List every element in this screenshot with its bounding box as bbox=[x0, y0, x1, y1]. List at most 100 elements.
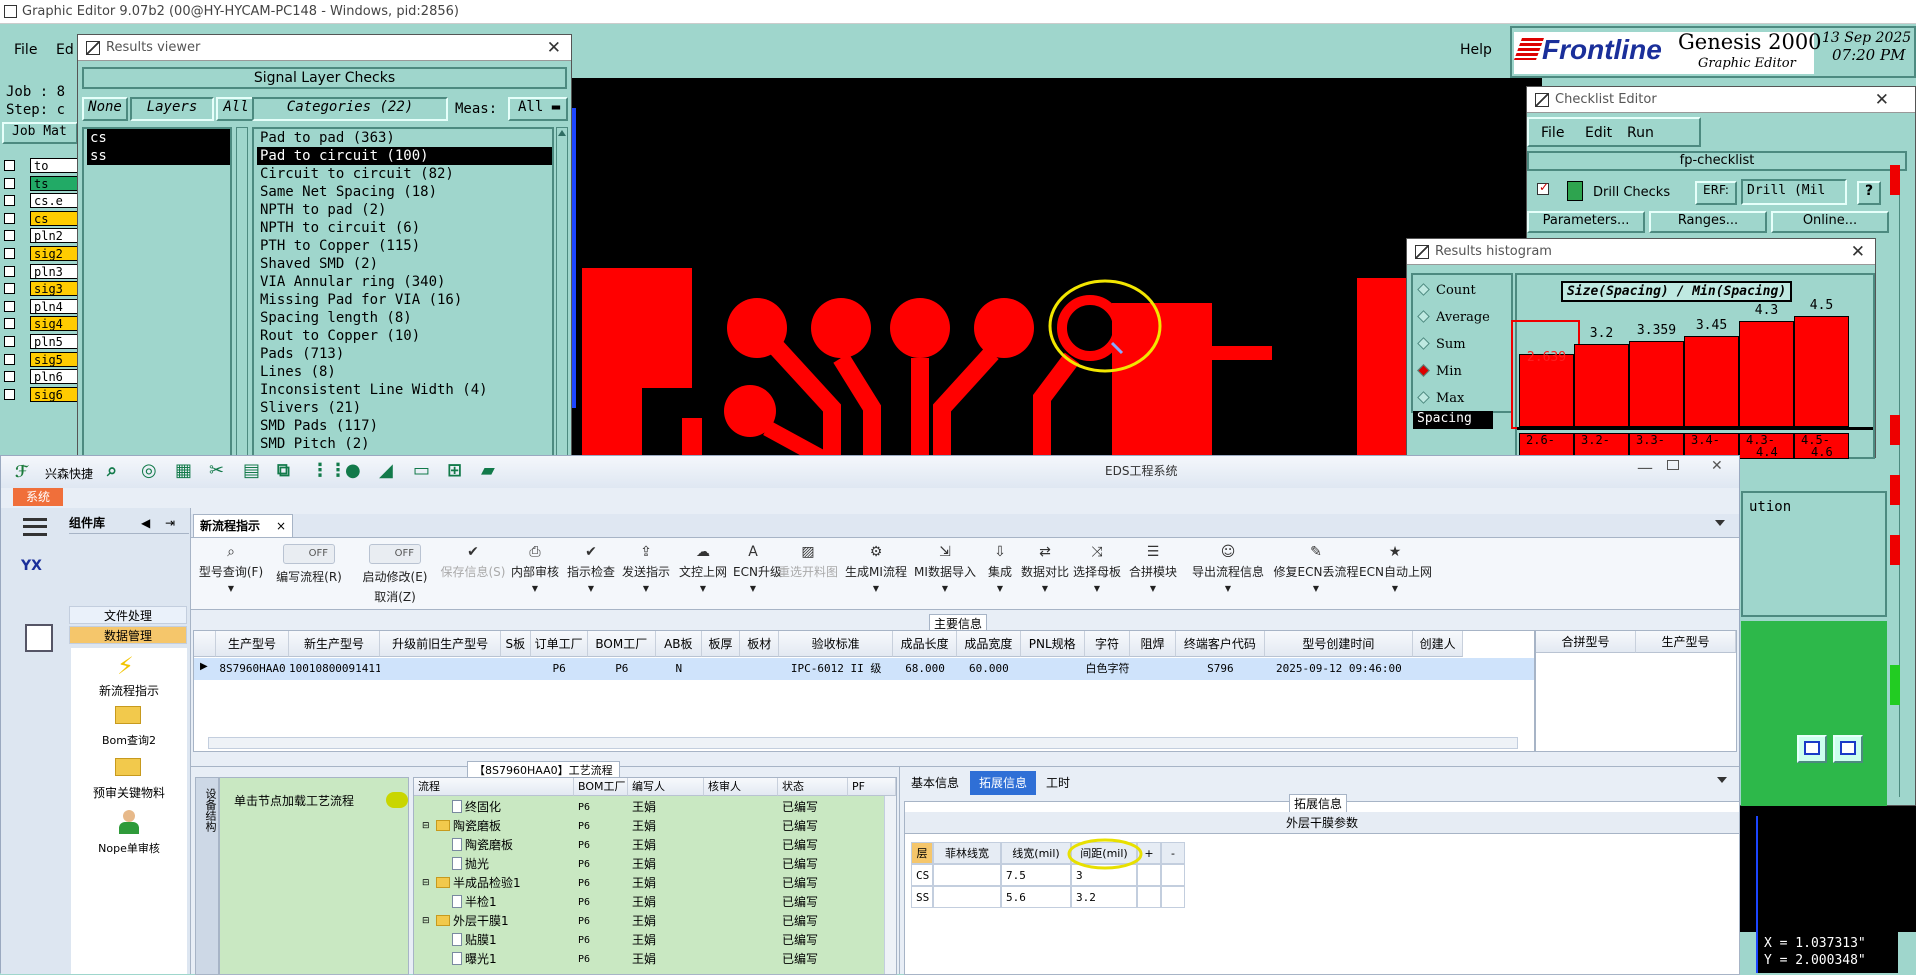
side-tab-structure[interactable]: 设备结构 bbox=[195, 777, 219, 975]
grid-icon[interactable]: ⋮⋮ bbox=[311, 460, 347, 481]
process-row[interactable]: 贴膜1 P6 王娟 已编写 bbox=[414, 931, 884, 950]
chevron-down-icon[interactable]: ▼ bbox=[981, 584, 1019, 593]
process-col-header[interactable]: 核审人 bbox=[704, 778, 778, 796]
layer-name[interactable]: ts bbox=[30, 175, 78, 191]
layer-checkbox[interactable] bbox=[4, 195, 15, 207]
list-view-icon[interactable] bbox=[1833, 735, 1863, 763]
process-col-header[interactable]: 流程 bbox=[414, 778, 574, 796]
layer-checkbox[interactable] bbox=[4, 300, 15, 312]
lifebuoy-icon[interactable]: ◎ bbox=[141, 460, 157, 481]
category-item[interactable]: Inconsistent Line Width (4) bbox=[257, 381, 552, 399]
toolbar-import-button[interactable]: ⇲ MI数据导入 ▼ bbox=[909, 544, 981, 593]
col-header[interactable]: 字符 bbox=[1084, 631, 1131, 657]
layer-name[interactable]: pln5 bbox=[30, 334, 78, 349]
process-scrollbar[interactable] bbox=[884, 796, 896, 974]
process-node[interactable]: 贴膜1 bbox=[452, 931, 497, 950]
ranges-button[interactable]: Ranges... bbox=[1649, 211, 1767, 233]
job-matrix-button[interactable]: Job Mat bbox=[2, 122, 78, 144]
layer-name[interactable]: pln6 bbox=[30, 369, 78, 385]
layer-checkbox[interactable] bbox=[4, 248, 15, 259]
layer-name[interactable]: pln3 bbox=[30, 263, 78, 279]
chart-icon[interactable]: ◢ bbox=[379, 460, 393, 481]
col-header[interactable]: 订单工厂 bbox=[530, 631, 588, 657]
aggregate-option[interactable]: Sum bbox=[1417, 337, 1466, 357]
layer-name[interactable]: cs bbox=[30, 210, 78, 226]
col-header[interactable]: S板 bbox=[501, 631, 531, 657]
layer-name[interactable]: sig3 bbox=[30, 281, 78, 297]
menu-file[interactable]: File bbox=[14, 42, 37, 58]
process-node[interactable]: ⊟ 陶瓷磨板 bbox=[422, 817, 501, 836]
layer-name[interactable]: pln4 bbox=[30, 298, 78, 314]
process-col-header[interactable]: 编写人 bbox=[628, 778, 704, 796]
col-header[interactable]: 验收标准 bbox=[779, 631, 894, 657]
layer-checkbox[interactable] bbox=[4, 336, 15, 347]
col-header[interactable]: 阻焊 bbox=[1130, 631, 1176, 657]
chevron-down-icon[interactable]: ▼ bbox=[1123, 584, 1183, 593]
chevron-down-icon[interactable] bbox=[1717, 777, 1727, 783]
layer-row[interactable]: pln4 bbox=[4, 298, 78, 314]
col-header[interactable]: 成品宽度 bbox=[957, 631, 1021, 657]
layer-row[interactable]: ts bbox=[4, 175, 78, 191]
col-header[interactable]: 升级前旧生产型号 bbox=[380, 631, 501, 657]
process-row[interactable]: 抛光 P6 王娟 已编写 bbox=[414, 855, 884, 874]
toolbar-wrench-button[interactable]: ✎ 修复ECN丢流程 ▼ bbox=[1273, 544, 1359, 593]
layer-name[interactable]: cs.e bbox=[30, 193, 78, 209]
param-cell[interactable]: 5.6 bbox=[1001, 886, 1071, 908]
param-col-header[interactable]: 菲林线宽 bbox=[933, 842, 1001, 864]
categories-button[interactable]: Categories (22) bbox=[252, 97, 448, 121]
param-cell[interactable] bbox=[933, 864, 1001, 886]
layer-name[interactable]: sig2 bbox=[30, 246, 78, 261]
histogram-bar[interactable] bbox=[1794, 316, 1849, 427]
aggregate-option[interactable]: Min bbox=[1417, 364, 1462, 384]
toolbar-toggle-button[interactable]: OFF 编写流程(R) bbox=[267, 544, 351, 585]
process-col-header[interactable]: PF bbox=[848, 778, 896, 796]
param-cell[interactable] bbox=[933, 886, 1001, 908]
layer-row[interactable]: cs.e bbox=[4, 193, 78, 209]
tab-hours[interactable]: 工时 bbox=[1038, 771, 1078, 795]
layer-row[interactable]: pln6 bbox=[4, 369, 78, 385]
meas-select[interactable]: All ▬ bbox=[508, 97, 568, 121]
none-button[interactable]: None bbox=[82, 97, 128, 121]
person-icon[interactable]: ● bbox=[345, 460, 361, 481]
toolbar-print-button[interactable]: ⎙ 内部审核 ▼ bbox=[507, 544, 563, 593]
toolbar-toggle-button[interactable]: OFF 启动修改(E) 取消(Z) bbox=[351, 544, 439, 605]
layer-row[interactable]: to bbox=[4, 158, 78, 173]
category-item[interactable]: PTH to Copper (115) bbox=[257, 237, 552, 255]
pcb-canvas[interactable] bbox=[572, 78, 1542, 458]
category-item[interactable]: NPTH to circuit (6) bbox=[257, 219, 552, 237]
category-item[interactable]: Spacing length (8) bbox=[257, 309, 552, 327]
layer-result-item[interactable]: cs bbox=[87, 129, 230, 147]
param-col-header[interactable]: 层 bbox=[911, 842, 933, 864]
layer-checkbox[interactable] bbox=[4, 265, 15, 277]
layer-name[interactable]: sig6 bbox=[30, 386, 78, 402]
online-button[interactable]: Online... bbox=[1771, 211, 1889, 233]
col-header[interactable]: 型号创建时间 bbox=[1264, 631, 1413, 657]
sidebar-item-bom-query[interactable]: Bom查询2 bbox=[71, 732, 187, 748]
calculator-icon[interactable] bbox=[25, 624, 53, 652]
toolbar-search-button[interactable]: ⌕ 型号查询(F) ▼ bbox=[195, 544, 267, 593]
chevron-down-icon[interactable]: ▼ bbox=[1019, 584, 1071, 593]
layer-row[interactable]: sig3 bbox=[4, 281, 78, 297]
category-item[interactable]: Lines (8) bbox=[257, 363, 552, 381]
close-icon[interactable]: ✕ bbox=[1711, 458, 1723, 474]
histogram-bar[interactable] bbox=[1629, 341, 1684, 427]
minimize-icon[interactable]: — bbox=[1637, 458, 1653, 477]
menu-file[interactable]: File bbox=[1541, 125, 1564, 141]
col-header[interactable]: PNL规格 bbox=[1020, 631, 1085, 657]
hamburger-icon[interactable] bbox=[23, 518, 47, 536]
layer-row[interactable]: pln3 bbox=[4, 263, 78, 279]
process-col-header[interactable]: 状态 bbox=[778, 778, 848, 796]
chevron-down-icon[interactable]: ▼ bbox=[619, 584, 673, 593]
close-icon[interactable]: ✕ bbox=[1875, 90, 1889, 110]
process-row[interactable]: 曝光1 P6 王娟 已编写 bbox=[414, 950, 884, 969]
process-node[interactable]: 终固化 bbox=[452, 798, 501, 817]
tab-extended[interactable]: 拓展信息 bbox=[970, 771, 1036, 795]
toolbar-ecn-button[interactable]: A ECN升级 ▼ bbox=[733, 544, 782, 593]
close-icon[interactable]: × bbox=[276, 515, 286, 537]
aggregate-option[interactable]: Count bbox=[1417, 283, 1476, 303]
process-node[interactable]: 曝光1 bbox=[452, 950, 497, 969]
sidebar-item-prereview[interactable]: 预审关键物料 bbox=[71, 784, 187, 801]
chevron-down-icon[interactable]: ▼ bbox=[563, 584, 619, 593]
layer-name[interactable]: sig5 bbox=[30, 351, 78, 367]
process-node[interactable]: 抛光 bbox=[452, 855, 489, 874]
